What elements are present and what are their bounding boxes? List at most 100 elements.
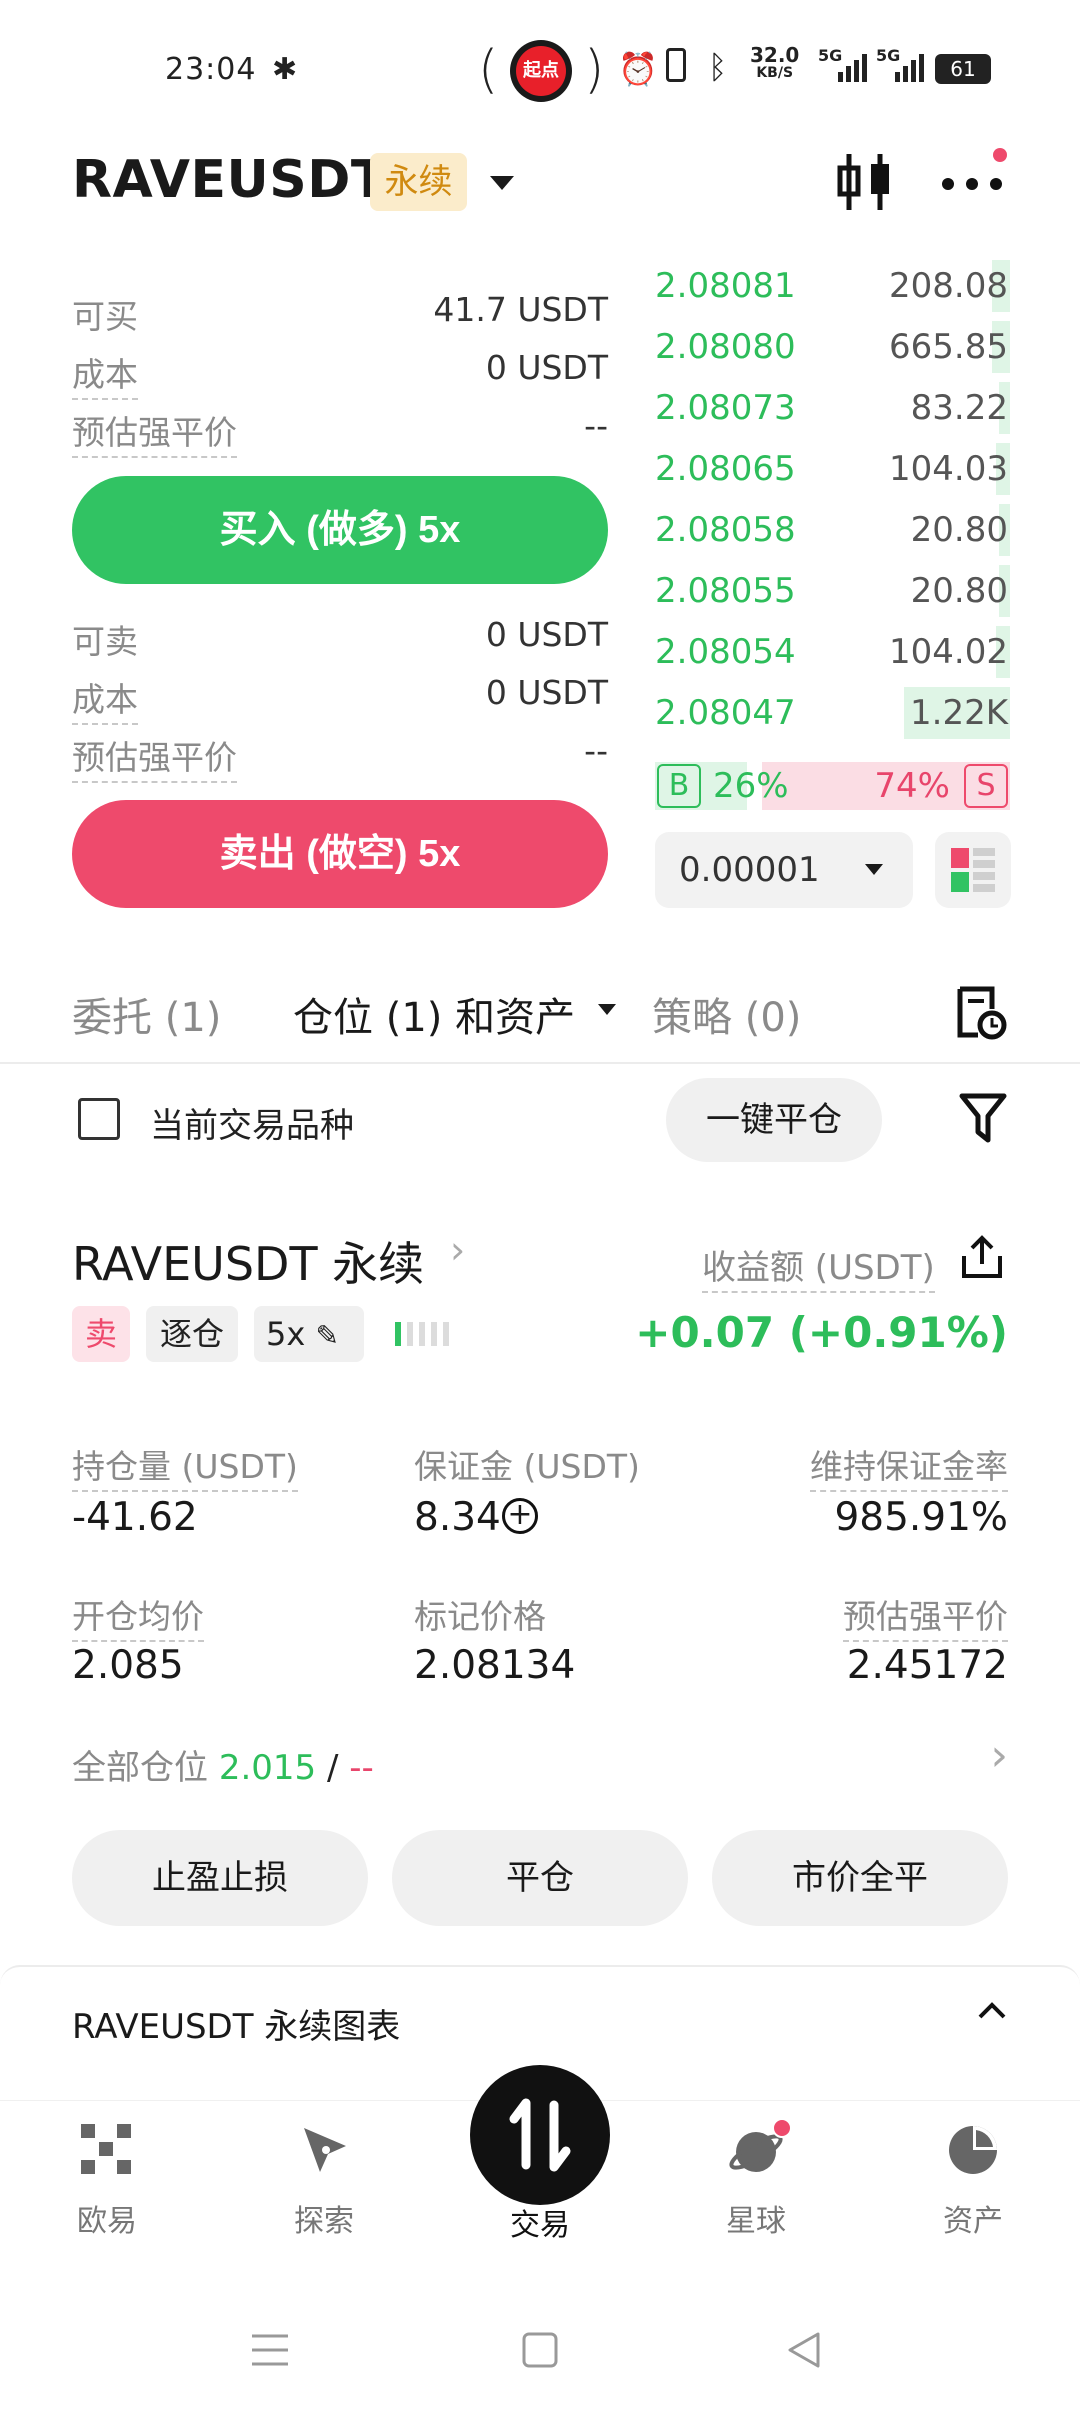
more-icon[interactable] bbox=[940, 176, 1004, 196]
sell-liq-label: 预估强平价 bbox=[72, 731, 237, 783]
buy-cost-value: 0 USDT bbox=[485, 348, 608, 387]
sell-available-label: 可卖 bbox=[72, 622, 138, 661]
sell-cost-value: 0 USDT bbox=[485, 673, 608, 712]
vibrate-icon bbox=[666, 48, 686, 82]
buy-cost-label: 成本 bbox=[72, 348, 138, 400]
pnl-label: 收益额 (USDT) bbox=[702, 1240, 935, 1293]
close-all-button[interactable]: 一键平仓 bbox=[666, 1078, 882, 1162]
order-book-row[interactable]: 2.08055 20.80 bbox=[655, 565, 1010, 617]
position-chevron-icon[interactable]: › bbox=[450, 1228, 465, 1272]
current-symbol-label: 当前交易品种 bbox=[150, 1106, 354, 1146]
side-tag: 卖 bbox=[72, 1306, 130, 1362]
nav-explore[interactable]: 探索 bbox=[254, 2120, 394, 2240]
tab-positions-dropdown-icon[interactable] bbox=[598, 1004, 616, 1015]
order-book-row[interactable]: 2.08080 665.85 bbox=[655, 321, 1010, 373]
tab-orders[interactable]: 委托 (1) bbox=[72, 985, 221, 1043]
compass-icon bbox=[304, 2128, 346, 2172]
candlestick-icon[interactable] bbox=[835, 150, 895, 218]
net-speed: 32.0 KB/S bbox=[750, 43, 800, 81]
buy-ratio-badge: B bbox=[657, 764, 701, 808]
bid-price: 2.08055 bbox=[655, 571, 796, 611]
nav-planet[interactable]: 星球 bbox=[686, 2118, 826, 2240]
tabs-divider bbox=[0, 1062, 1080, 1064]
symbol-title[interactable]: RAVEUSDT bbox=[72, 150, 387, 210]
add-margin-icon[interactable]: + bbox=[502, 1498, 538, 1534]
margin-label: 保证金 (USDT) bbox=[414, 1447, 640, 1486]
book-layout-icon[interactable] bbox=[935, 832, 1011, 908]
battery-icon: 61 bbox=[935, 54, 991, 84]
tpsl-button[interactable]: 止盈止损 bbox=[72, 1830, 368, 1926]
pnl-value: +0.07 (+0.91%) bbox=[635, 1308, 1008, 1357]
all-positions-tpsl[interactable]: 全部仓位 2.015 / -- bbox=[72, 1740, 374, 1789]
system-home-icon[interactable] bbox=[520, 2330, 560, 2374]
order-book-row[interactable]: 2.08081 208.08 bbox=[655, 260, 1010, 312]
market-close-button[interactable]: 市价全平 bbox=[712, 1830, 1008, 1926]
bid-qty: 83.22 bbox=[910, 388, 1008, 428]
alarm-icon: ⏰ bbox=[618, 50, 658, 88]
recording-indicator: 起点 bbox=[510, 40, 572, 102]
entry-price-label: 开仓均价 bbox=[72, 1590, 204, 1642]
system-menu-icon[interactable] bbox=[250, 2330, 290, 2374]
bid-qty: 20.80 bbox=[910, 510, 1008, 550]
share-icon[interactable] bbox=[960, 1234, 1004, 1284]
precision-value: 0.00001 bbox=[679, 850, 820, 890]
mark-price-label: 标记价格 bbox=[414, 1597, 546, 1636]
filter-icon[interactable] bbox=[958, 1092, 1008, 1148]
tab-strategies[interactable]: 策略 (0) bbox=[652, 985, 801, 1043]
position-title[interactable]: RAVEUSDT 永续 bbox=[72, 1228, 424, 1294]
trade-nav-button[interactable] bbox=[470, 2065, 610, 2205]
leverage-value: 5x bbox=[266, 1315, 306, 1353]
order-book-row[interactable]: 2.08058 20.80 bbox=[655, 504, 1010, 556]
nav-okx[interactable]: 欧易 bbox=[37, 2120, 177, 2240]
symbol-dropdown-icon[interactable] bbox=[490, 176, 514, 190]
collapse-icon[interactable] bbox=[976, 2001, 1008, 2025]
bid-qty: 104.02 bbox=[889, 632, 1008, 672]
signal-1-bars bbox=[838, 54, 868, 90]
buy-sell-ratio-bar: B 26% 74% S bbox=[655, 762, 1010, 810]
sell-short-button[interactable]: 卖出 (做空) 5x bbox=[72, 800, 608, 908]
close-position-button[interactable]: 平仓 bbox=[392, 1830, 688, 1926]
all-positions-chevron-icon[interactable]: › bbox=[990, 1730, 1008, 1781]
order-history-icon[interactable] bbox=[952, 985, 1008, 1045]
bid-price: 2.08058 bbox=[655, 510, 796, 550]
status-time: 23:04 bbox=[165, 52, 257, 87]
trade-swap-icon bbox=[509, 2098, 571, 2172]
risk-level-icon bbox=[395, 1320, 451, 1352]
bid-qty: 1.22K bbox=[910, 693, 1008, 733]
status-paren-right: ) bbox=[584, 40, 605, 100]
mmr-value: 985.91% bbox=[834, 1495, 1008, 1540]
bid-price: 2.08065 bbox=[655, 449, 796, 489]
bid-price: 2.08081 bbox=[655, 266, 796, 306]
bid-price: 2.08054 bbox=[655, 632, 796, 672]
nav-assets[interactable]: 资产 bbox=[903, 2120, 1043, 2240]
buy-available-value: 41.7 USDT bbox=[433, 290, 608, 329]
bid-qty: 20.80 bbox=[910, 571, 1008, 611]
nav-trade[interactable]: 交易 bbox=[470, 2200, 610, 2244]
status-paren-left: ( bbox=[478, 40, 499, 100]
order-book-row[interactable]: 2.08054 104.02 bbox=[655, 626, 1010, 678]
okx-logo-icon bbox=[81, 2124, 131, 2174]
status-bar: 23:04 ✱ ( 起点 ) ⏰ ᛒ 32.0 KB/S 5G 5G 61 bbox=[0, 40, 1080, 102]
precision-dropdown-icon bbox=[865, 864, 883, 875]
all-positions-sep: / bbox=[326, 1748, 339, 1788]
sell-liq-value: -- bbox=[584, 731, 608, 770]
buy-long-button[interactable]: 买入 (做多) 5x bbox=[72, 476, 608, 584]
sell-ratio-badge: S bbox=[964, 764, 1008, 808]
sell-available-value: 0 USDT bbox=[485, 615, 608, 654]
current-symbol-checkbox[interactable] bbox=[78, 1098, 120, 1140]
precision-select[interactable]: 0.00001 bbox=[655, 832, 913, 908]
system-back-icon[interactable] bbox=[784, 2330, 824, 2374]
liq-price-value: 2.45172 bbox=[846, 1643, 1008, 1688]
all-positions-label: 全部仓位 bbox=[72, 1748, 208, 1788]
buy-available-label: 可买 bbox=[72, 297, 138, 336]
bid-qty: 208.08 bbox=[889, 266, 1008, 306]
signal-2-bars bbox=[895, 54, 925, 90]
tab-positions[interactable]: 仓位 (1) 和资产 bbox=[293, 985, 575, 1043]
sell-ratio-pct: 74% bbox=[874, 766, 950, 806]
bid-price: 2.08047 bbox=[655, 693, 796, 733]
order-book-row[interactable]: 2.08073 83.22 bbox=[655, 382, 1010, 434]
order-book-row[interactable]: 2.08065 104.03 bbox=[655, 443, 1010, 495]
order-book-row[interactable]: 2.08047 1.22K bbox=[655, 687, 1010, 739]
leverage-tag[interactable]: 5x ✎ bbox=[254, 1306, 364, 1362]
edit-icon: ✎ bbox=[315, 1319, 339, 1352]
